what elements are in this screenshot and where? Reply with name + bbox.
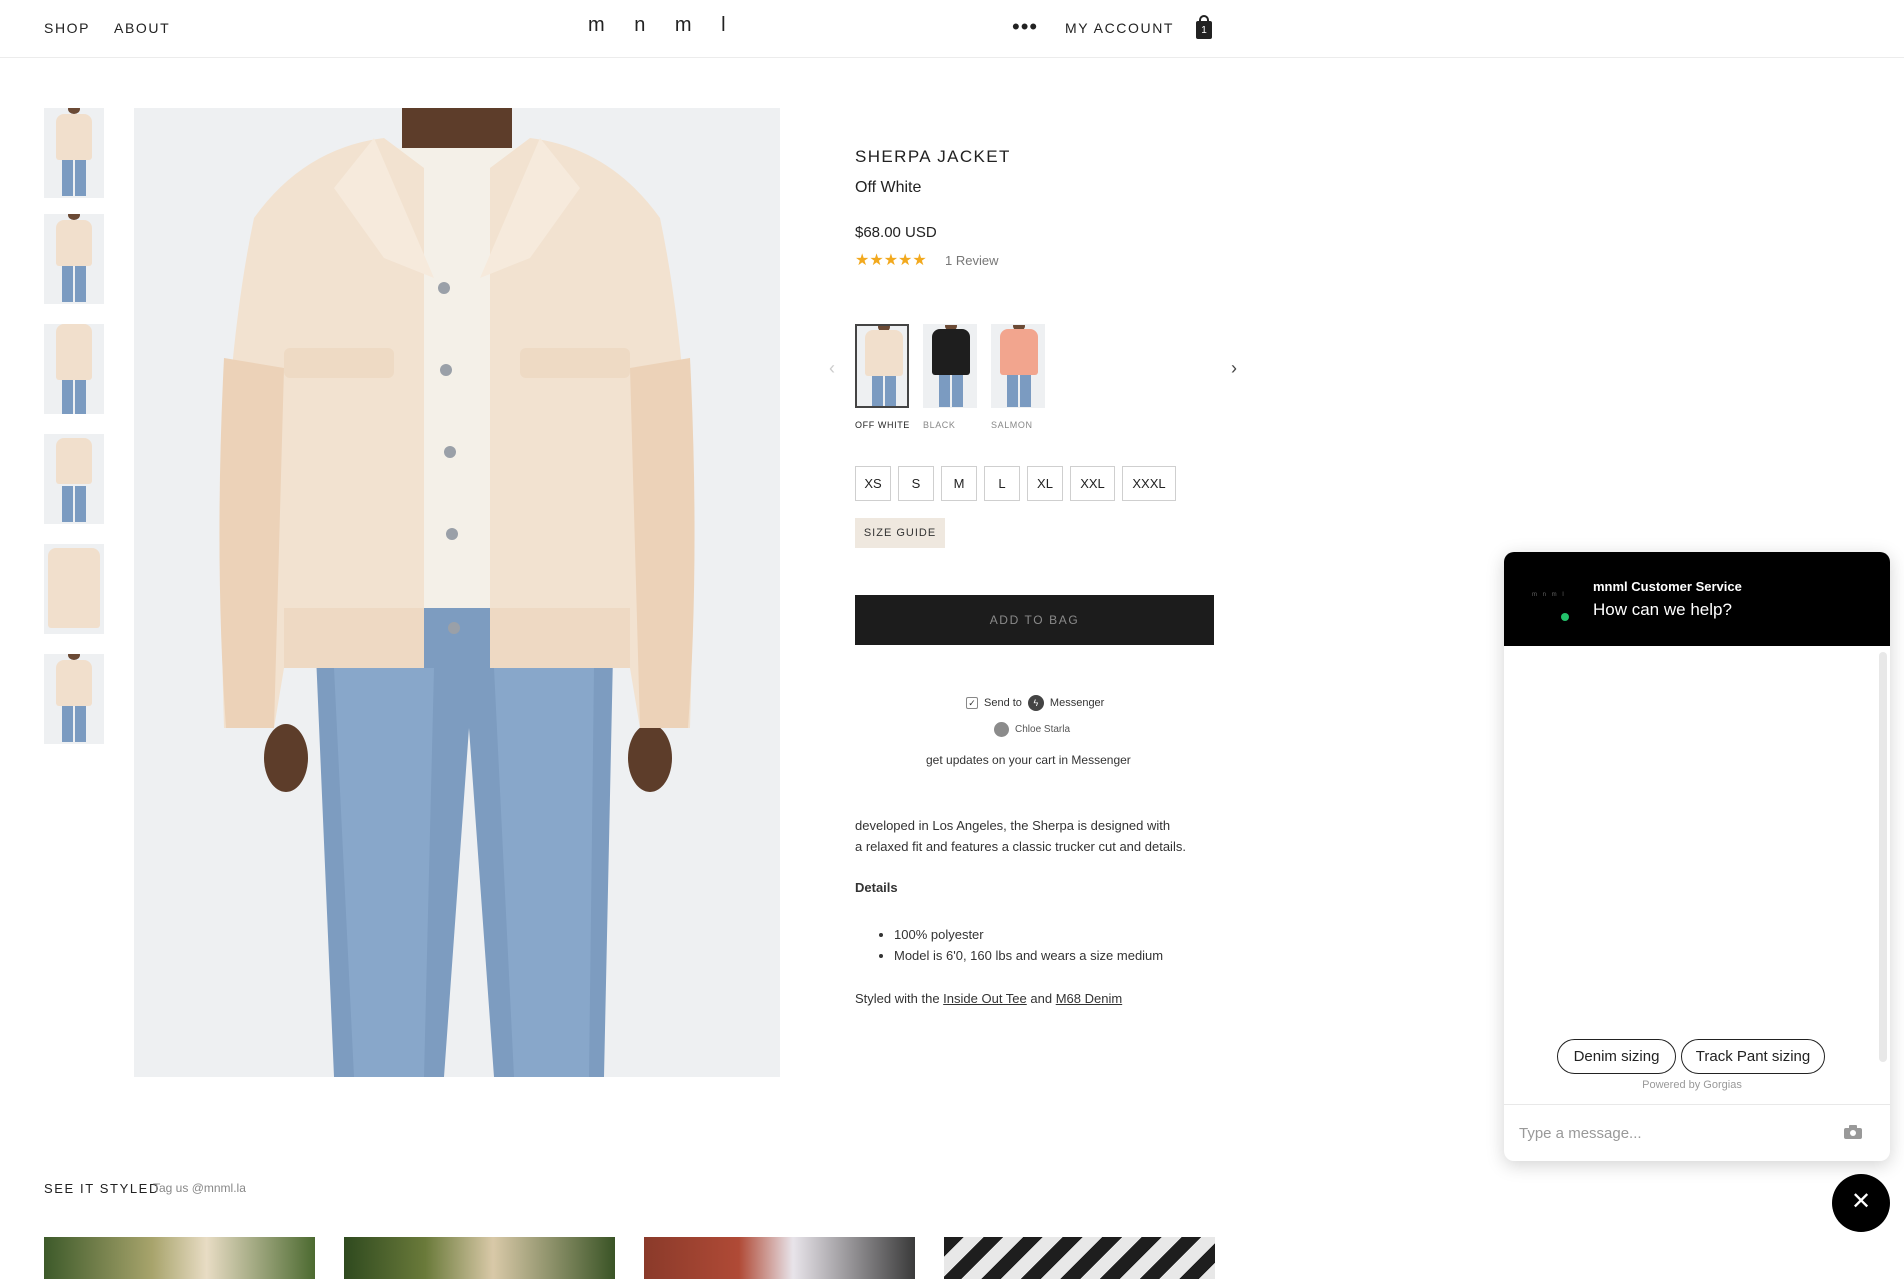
- chat-agent-name: mnml Customer Service: [1593, 579, 1742, 594]
- chat-composer: [1504, 1104, 1890, 1161]
- chevron-right-icon[interactable]: ›: [1231, 358, 1237, 379]
- send-to-label: Send to: [984, 697, 1022, 709]
- details-item: 100% polyester: [894, 924, 1163, 945]
- chat-message-input[interactable]: [1519, 1119, 1819, 1147]
- camera-icon[interactable]: [1844, 1125, 1862, 1139]
- size-option[interactable]: S: [898, 466, 934, 501]
- size-option[interactable]: XXXL: [1122, 466, 1176, 501]
- product-thumbnail[interactable]: [44, 324, 104, 414]
- quick-reply-denim-sizing[interactable]: Denim sizing: [1557, 1039, 1676, 1074]
- quick-reply-track-pant-sizing[interactable]: Track Pant sizing: [1681, 1039, 1825, 1074]
- product-thumbnail[interactable]: [44, 654, 104, 744]
- instagram-photo[interactable]: [44, 1237, 315, 1279]
- size-option[interactable]: XS: [855, 466, 891, 501]
- product-thumbnail[interactable]: [44, 214, 104, 304]
- site-logo[interactable]: m n m l: [588, 14, 738, 37]
- chat-widget: m n m l mnml Customer Service How can we…: [1504, 552, 1890, 1161]
- avatar: [994, 722, 1009, 737]
- size-option[interactable]: XXL: [1070, 466, 1115, 501]
- site-header: SHOP ABOUT m n m l ••• MY ACCOUNT 1: [0, 0, 1904, 58]
- my-account-link[interactable]: MY ACCOUNT: [1065, 20, 1174, 36]
- messenger-checkbox[interactable]: ✓: [966, 697, 978, 709]
- product-thumbnail[interactable]: [44, 544, 104, 634]
- m68-denim-link[interactable]: M68 Denim: [1056, 991, 1122, 1006]
- swatch-black[interactable]: [923, 324, 977, 408]
- messenger-label: Messenger: [1049, 697, 1105, 709]
- messenger-icon: ϟ: [1027, 695, 1044, 711]
- chat-scrollbar[interactable]: [1879, 652, 1887, 1062]
- instagram-photo[interactable]: [944, 1237, 1215, 1279]
- size-option[interactable]: L: [984, 466, 1020, 501]
- nav-about[interactable]: ABOUT: [114, 20, 170, 36]
- model-wearing-jacket-illustration: [219, 108, 695, 1077]
- product-title: SHERPA JACKET: [855, 147, 1011, 166]
- swatch-salmon[interactable]: [991, 324, 1045, 408]
- instagram-photo[interactable]: [644, 1237, 915, 1279]
- main-product-image[interactable]: [134, 108, 780, 1077]
- details-list: 100% polyester Model is 6'0, 160 lbs and…: [894, 924, 1163, 966]
- chat-header: m n m l mnml Customer Service How can we…: [1504, 552, 1890, 646]
- tag-us-text: Tag us @mnml.la: [153, 1181, 246, 1195]
- details-item: Model is 6'0, 160 lbs and wears a size m…: [894, 945, 1163, 966]
- send-to-messenger: ✓ Send to ϟ Messenger: [966, 695, 1104, 711]
- styled-prefix: Styled with the: [855, 991, 940, 1006]
- styled-and: and: [1030, 991, 1053, 1006]
- messenger-note: get updates on your cart in Messenger: [926, 753, 1131, 767]
- online-status-icon: [1561, 613, 1569, 621]
- close-icon[interactable]: ✕: [1832, 1174, 1890, 1232]
- size-guide-button[interactable]: SIZE GUIDE: [855, 518, 945, 548]
- description-line: developed in Los Angeles, the Sherpa is …: [855, 818, 1171, 833]
- rating-stars-icon[interactable]: ★★★★★: [855, 250, 927, 270]
- product-thumbnail[interactable]: [44, 108, 104, 198]
- chat-logo: m n m l: [1532, 592, 1566, 598]
- details-heading: Details: [855, 880, 898, 895]
- messenger-user: Chloe Starla: [994, 722, 1070, 737]
- product-color-name: Off White: [855, 179, 922, 196]
- product-price: $68.00 USD: [855, 224, 937, 241]
- powered-by[interactable]: Powered by Gorgias: [1504, 1079, 1880, 1091]
- product-description: developed in Los Angeles, the Sherpa is …: [855, 815, 1235, 857]
- product-thumbnail[interactable]: [44, 434, 104, 524]
- chevron-left-icon[interactable]: ‹: [829, 358, 835, 379]
- more-dots-icon[interactable]: •••: [1012, 16, 1038, 38]
- description-line: a relaxed fit and features a classic tru…: [855, 839, 1186, 854]
- swatch-label: OFF WHITE: [855, 420, 910, 430]
- swatch-label: SALMON: [991, 420, 1033, 430]
- size-option[interactable]: M: [941, 466, 977, 501]
- instagram-photo[interactable]: [344, 1237, 615, 1279]
- swatch-off-white[interactable]: [855, 324, 909, 408]
- inside-out-tee-link[interactable]: Inside Out Tee: [943, 991, 1027, 1006]
- see-it-styled-title: SEE IT STYLED: [44, 1181, 160, 1196]
- bag-count: 1: [1196, 21, 1212, 39]
- chat-subtitle: How can we help?: [1593, 600, 1732, 619]
- size-option[interactable]: XL: [1027, 466, 1063, 501]
- messenger-user-name[interactable]: Chloe Starla: [1015, 724, 1070, 735]
- reviews-link[interactable]: 1 Review: [945, 253, 998, 268]
- add-to-bag-button[interactable]: ADD TO BAG: [855, 595, 1214, 645]
- nav-shop[interactable]: SHOP: [44, 20, 90, 36]
- shopping-bag-icon[interactable]: 1: [1196, 15, 1212, 39]
- swatch-label: BLACK: [923, 420, 956, 430]
- styled-with: Styled with the Inside Out Tee and M68 D…: [855, 991, 1122, 1006]
